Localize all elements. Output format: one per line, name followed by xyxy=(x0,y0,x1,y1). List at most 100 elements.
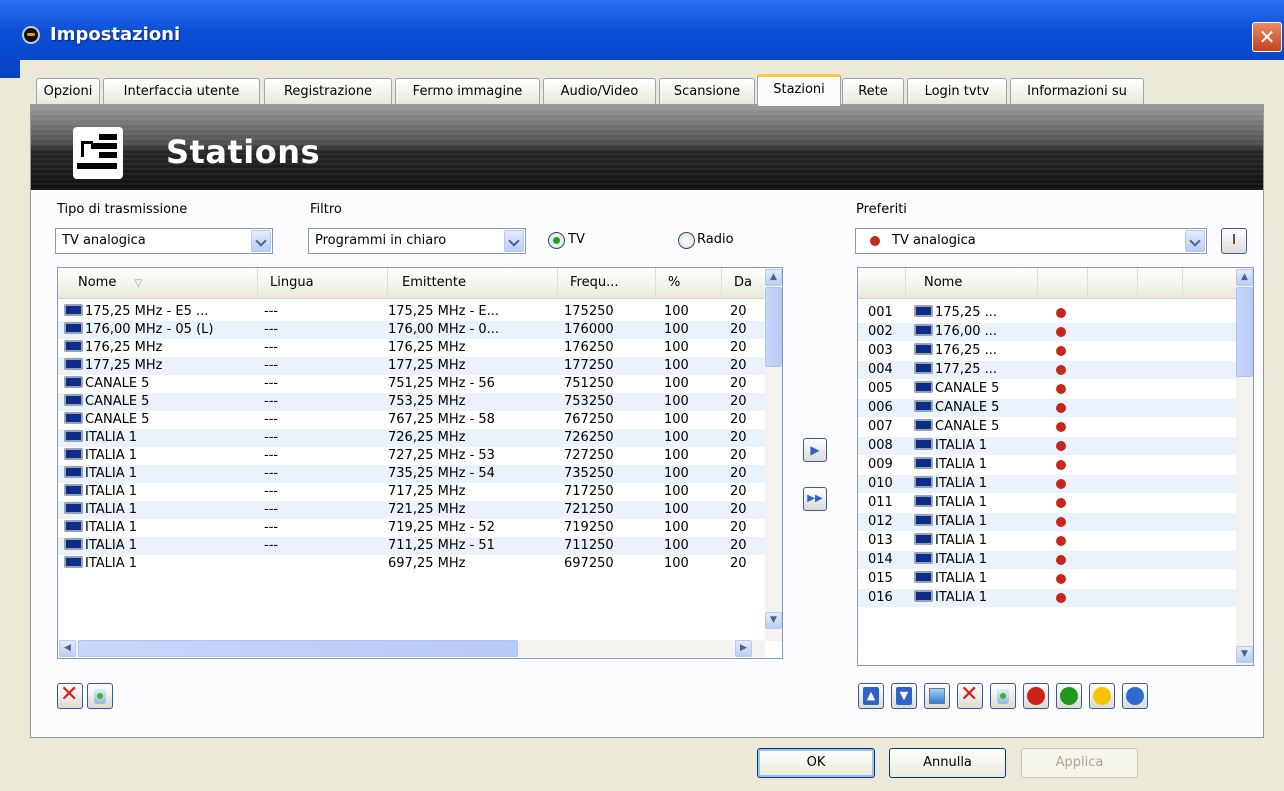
list-item[interactable]: 016 ITALIA 1 xyxy=(858,589,1253,607)
list-item[interactable]: 003 176,25 ... xyxy=(858,342,1253,360)
tab-interfaccia-utente[interactable]: Interfaccia utente xyxy=(103,78,260,104)
table-row[interactable]: 176,00 MHz - 05 (L) --- 176,00 MHz - 0... 1… xyxy=(58,321,782,339)
list-item[interactable]: 012 ITALIA 1 xyxy=(858,513,1253,531)
add-all-to-favorites-button[interactable]: ▶▶ xyxy=(803,487,827,511)
chevron-down-icon[interactable] xyxy=(1185,230,1205,252)
table-row[interactable]: ITALIA 1 --- 735,25 MHz - 54 735250 100 20 xyxy=(58,465,782,483)
table-row[interactable]: CANALE 5 --- 767,25 MHz - 58 767250 100 20 xyxy=(58,411,782,429)
tab-fermo-immagine[interactable]: Fermo immagine xyxy=(395,78,540,104)
move-up-button[interactable]: ▲ xyxy=(858,683,884,709)
channel-name: ITALIA 1 xyxy=(935,438,988,453)
stations-list[interactable]: Nome ▽ Lingua Emittente Frequ... % Da 17… xyxy=(57,267,783,659)
col-data[interactable]: Da xyxy=(722,268,766,298)
tipo-trasmissione-select[interactable]: TV analogica xyxy=(55,228,273,254)
col-fav-nome[interactable]: Nome xyxy=(906,268,1038,298)
favorites-list[interactable]: Nome 001 175,25 ... 002 176,00 ... 003 176,25… xyxy=(857,267,1254,666)
table-row[interactable]: ITALIA 1 697,25 MHz 697250 100 20 xyxy=(58,555,782,573)
stations-vscroll[interactable]: ▲ ▼ xyxy=(765,268,782,641)
table-row[interactable]: CANALE 5 --- 753,25 MHz 753250 100 20 xyxy=(58,393,782,411)
radio-tv[interactable] xyxy=(548,232,565,249)
col-frequenza[interactable]: Frequ... xyxy=(558,268,656,298)
radio-tv-label[interactable]: TV xyxy=(568,232,585,247)
clear-favorites-button[interactable] xyxy=(990,683,1016,709)
chevron-down-icon[interactable] xyxy=(504,230,524,252)
tv-icon xyxy=(64,376,83,388)
tab-informazioni-su[interactable]: Informazioni su xyxy=(1010,78,1144,104)
list-item[interactable]: 005 CANALE 5 xyxy=(858,380,1253,398)
tab-scansione[interactable]: Scansione xyxy=(659,78,755,104)
set-logo-button[interactable] xyxy=(924,683,950,709)
table-row[interactable]: ITALIA 1 --- 719,25 MHz - 52 719250 100 20 xyxy=(58,519,782,537)
radio-radio[interactable] xyxy=(678,232,695,249)
table-cell: 177250 xyxy=(564,358,614,373)
table-row[interactable]: 175,25 MHz - E5 ... --- 175,25 MHz - E... 1… xyxy=(58,303,782,321)
tab-stazioni[interactable]: Stazioni xyxy=(757,74,841,106)
ok-button[interactable]: OK xyxy=(757,748,875,778)
yellow-list-button[interactable] xyxy=(1089,683,1115,709)
list-item[interactable]: 011 ITALIA 1 xyxy=(858,494,1253,512)
scroll-left-icon[interactable]: ◀ xyxy=(59,640,76,657)
filtro-select[interactable]: Programmi in chiaro xyxy=(308,228,526,254)
tv-icon xyxy=(914,457,933,469)
list-item[interactable]: 013 ITALIA 1 xyxy=(858,532,1253,550)
blue-list-button[interactable] xyxy=(1122,683,1148,709)
col-emittente[interactable]: Emittente xyxy=(388,268,558,298)
tv-icon xyxy=(64,322,83,334)
tab-login-tvtv[interactable]: Login tvtv xyxy=(907,78,1007,104)
col-nome[interactable]: Nome ▽ xyxy=(58,268,258,298)
table-row[interactable]: ITALIA 1 --- 717,25 MHz 717250 100 20 xyxy=(58,483,782,501)
list-item[interactable]: 008 ITALIA 1 xyxy=(858,437,1253,455)
list-item[interactable]: 014 ITALIA 1 xyxy=(858,551,1253,569)
green-list-button[interactable] xyxy=(1056,683,1082,709)
col-lingua[interactable]: Lingua xyxy=(258,268,388,298)
table-row[interactable]: ITALIA 1 --- 721,25 MHz 721250 100 20 xyxy=(58,501,782,519)
radio-radio-label[interactable]: Radio xyxy=(697,232,734,247)
list-item[interactable]: 007 CANALE 5 xyxy=(858,418,1253,436)
list-item[interactable]: 004 177,25 ... xyxy=(858,361,1253,379)
list-item[interactable]: 009 ITALIA 1 xyxy=(858,456,1253,474)
close-button[interactable]: ✕ xyxy=(1252,22,1282,52)
channel-name: 175,25 ... xyxy=(935,305,998,320)
list-item[interactable]: 010 ITALIA 1 xyxy=(858,475,1253,493)
list-item[interactable]: 015 ITALIA 1 xyxy=(858,570,1253,588)
cancel-button[interactable]: Annulla xyxy=(889,748,1006,778)
delete-station-button[interactable]: ✕ xyxy=(57,682,83,709)
scroll-up-icon[interactable]: ▲ xyxy=(1236,269,1253,286)
scroll-up-icon[interactable]: ▲ xyxy=(765,269,782,286)
channel-number: 014 xyxy=(868,552,893,567)
chevron-down-icon[interactable] xyxy=(251,230,271,252)
move-down-button[interactable]: ▼ xyxy=(891,683,917,709)
scroll-down-icon[interactable]: ▼ xyxy=(1236,646,1253,663)
scroll-thumb[interactable] xyxy=(1236,287,1253,377)
apply-button[interactable]: Applica xyxy=(1021,748,1138,778)
tab-opzioni[interactable]: Opzioni xyxy=(36,78,100,104)
tab-rete[interactable]: Rete xyxy=(842,78,904,104)
edit-favorites-button[interactable]: I xyxy=(1221,228,1247,254)
favorites-vscroll[interactable]: ▲ ▼ xyxy=(1236,268,1253,665)
table-row[interactable]: ITALIA 1 --- 711,25 MHz - 51 711250 100 20 xyxy=(58,537,782,555)
table-row[interactable]: CANALE 5 --- 751,25 MHz - 56 751250 100 20 xyxy=(58,375,782,393)
clear-list-button[interactable] xyxy=(87,683,113,709)
tab-audio-video[interactable]: Audio/Video xyxy=(543,78,656,104)
list-item[interactable]: 006 CANALE 5 xyxy=(858,399,1253,417)
scroll-thumb[interactable] xyxy=(765,287,782,367)
preferiti-select[interactable]: TV analogica xyxy=(855,228,1207,254)
tab-registrazione[interactable]: Registrazione xyxy=(264,78,392,104)
table-cell: 20 xyxy=(730,556,747,571)
scroll-right-icon[interactable]: ▶ xyxy=(735,640,752,657)
list-item[interactable]: 001 175,25 ... xyxy=(858,304,1253,322)
table-row[interactable]: ITALIA 1 --- 727,25 MHz - 53 727250 100 20 xyxy=(58,447,782,465)
add-to-favorites-button[interactable]: ▶ xyxy=(803,438,827,462)
table-cell: 20 xyxy=(730,466,747,481)
delete-favorite-button[interactable]: ✕ xyxy=(957,682,983,709)
hscroll-thumb[interactable] xyxy=(78,640,518,657)
table-row[interactable]: ITALIA 1 --- 726,25 MHz 726250 100 20 xyxy=(58,429,782,447)
stations-hscroll[interactable]: ◀ ▶ xyxy=(59,640,765,657)
list-item[interactable]: 002 176,00 ... xyxy=(858,323,1253,341)
table-row[interactable]: 177,25 MHz --- 177,25 MHz 177250 100 20 xyxy=(58,357,782,375)
table-row[interactable]: 176,25 MHz --- 176,25 MHz 176250 100 20 xyxy=(58,339,782,357)
red-list-button[interactable] xyxy=(1023,683,1049,709)
scroll-down-icon[interactable]: ▼ xyxy=(765,612,782,629)
col-percent[interactable]: % xyxy=(656,268,722,298)
table-cell: 20 xyxy=(730,430,747,445)
